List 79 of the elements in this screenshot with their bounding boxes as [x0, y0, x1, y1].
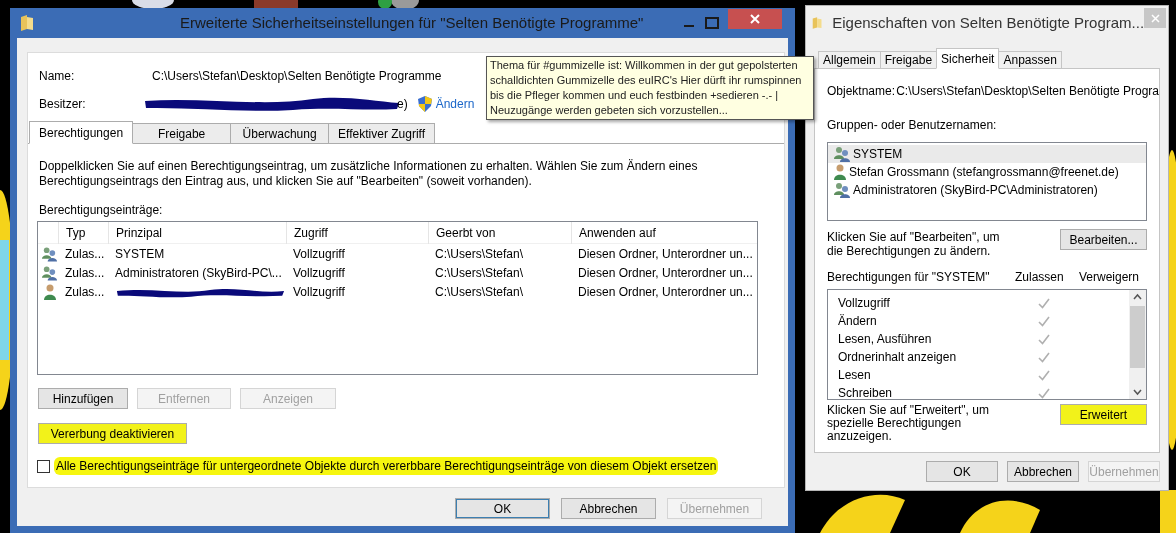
tab[interactable]: Anpassen	[998, 51, 1062, 69]
list-item[interactable]: Stefan Grossmann (stefangrossmann@freenet.de)	[828, 163, 1146, 181]
users-icon	[833, 146, 851, 162]
field-value: e)	[397, 96, 408, 113]
users-icon	[833, 182, 851, 198]
permission-name: Ändern	[838, 313, 878, 330]
description-text: Doppelklicken Sie auf einen Berechtigungseintrag, um zusätzliche Informationen zu erhalten. Wählen Sie zum Ändern eines Berechtigungseintrags den Eintrag aus, und klicken Sie auf "Bearbeiten" (soweit vorhanden).	[39, 159, 699, 189]
button[interactable]: Erweitert	[1060, 404, 1147, 425]
change-owner-link[interactable]: Ändern	[435, 95, 475, 113]
tab[interactable]: Berechtigungen	[29, 121, 134, 144]
permission-name: Ordnerinhalt anzeigen	[838, 349, 958, 366]
table-cell-text: C:\Users\Stefan\	[434, 283, 525, 301]
button[interactable]: OK	[455, 498, 550, 519]
scroll-thumb[interactable]	[1130, 306, 1145, 368]
table-cell-text: Diesen Ordner, Unterordner un...	[578, 283, 753, 301]
permission-name: Lesen	[838, 367, 872, 384]
field-label: Name:	[39, 68, 76, 85]
tab[interactable]: Effektiver Zugriff	[328, 123, 435, 144]
user-icon	[833, 164, 847, 180]
permission-name: Vollzugriff	[838, 295, 891, 312]
maximize-icon[interactable]	[704, 16, 720, 30]
shield-icon	[417, 96, 432, 112]
section-label: Gruppen- oder Benutzernamen:	[827, 117, 998, 134]
field-label: Objektname:	[827, 83, 897, 100]
button[interactable]: Hinzufügen	[38, 388, 128, 409]
column-header[interactable]: Prinzipal	[108, 221, 286, 244]
scrollbar[interactable]	[1129, 290, 1146, 399]
table-cell-text: Zulas...	[64, 283, 106, 301]
hint-text: Klicken Sie auf "Bearbeiten", um die Berechtigungen zu ändern.	[827, 230, 1001, 258]
users-icon	[41, 264, 58, 281]
column-header[interactable]: Typ	[58, 221, 108, 244]
table-cell-text: Administratoren (SkyBird-PC\...	[115, 264, 282, 282]
column-header[interactable]: Zugriff	[286, 221, 428, 244]
permission-name: Lesen, Ausführen	[838, 331, 933, 348]
close-icon	[1150, 13, 1160, 23]
table-cell-text: Vollzugriff	[292, 283, 346, 301]
checkbox-label[interactable]: Alle Berechtigungseinträge für untergeordnete Objekte durch vererbbare Berechtigungseinträge von diesem Objekt ersetzen	[54, 457, 719, 475]
button[interactable]: Abbrechen	[561, 498, 656, 519]
close-button[interactable]	[728, 9, 782, 29]
button[interactable]: Bearbeiten...	[1060, 229, 1147, 250]
field-value: C:\Users\Stefan\Desktop\Selten Benötigte Programme	[152, 68, 442, 85]
field-value: C:\Users\Stefan\Desktop\Selten Benötigte Progra	[896, 83, 1159, 100]
list-item[interactable]: SYSTEM	[828, 145, 1146, 163]
hint-text: Klicken Sie auf "Erweitert", um spezielle Berechtigungen anzuzeigen.	[827, 404, 990, 443]
table-cell-text: C:\Users\Stefan\	[434, 245, 525, 263]
checkbox[interactable]	[37, 459, 50, 473]
field-label: Besitzer:	[39, 96, 87, 113]
table-cell-text: Zulas...	[64, 245, 106, 263]
column-header[interactable]: Anwenden auf	[571, 221, 757, 244]
section-label: Berechtigungseinträge:	[39, 202, 164, 219]
button[interactable]: Abbrechen	[1007, 461, 1079, 482]
table-cell-text: Diesen Ordner, Unterordner un...	[578, 245, 753, 263]
table-cell-text: Vollzugriff	[292, 245, 346, 263]
section-label: Berechtigungen für "SYSTEM"	[827, 269, 991, 286]
table-cell-text: Zulas...	[64, 264, 106, 282]
table-cell-text: SYSTEM	[115, 245, 165, 263]
table-cell-text: C:\Users\Stefan\	[434, 264, 525, 282]
desktop-icon[interactable]	[132, 0, 174, 9]
tab[interactable]: Freigabe	[879, 51, 938, 69]
button[interactable]: OK	[926, 461, 998, 482]
users-icon	[41, 245, 58, 262]
table-cell-text: Diesen Ordner, Unterordner un...	[578, 264, 753, 282]
tab[interactable]: Allgemein	[818, 51, 881, 69]
close-icon	[750, 14, 760, 24]
desktop-icon[interactable]	[375, 0, 419, 10]
column-header[interactable]: Geerbt von	[428, 221, 571, 244]
button[interactable]: Vererbung deaktivieren	[38, 423, 187, 444]
column-header: Zulassen	[1015, 269, 1065, 286]
window-title: Erweiterte Sicherheitseinstellungen für "Selten Benötigte Programme"	[180, 12, 644, 33]
tab[interactable]: Sicherheit	[936, 48, 1000, 69]
table-cell-text: Vollzugriff	[292, 264, 346, 282]
folder-icon	[20, 15, 34, 31]
column-header: Verweigern	[1079, 269, 1140, 286]
tooltip: Thema für #gummizelle ist: Willkommen in der gut gepolsterten schalldichten Gummizelle des euIRC's Hier dürft ihr rumspinnen bis die Pfleger kommen und euch festbinden +sedieren -.- | Neuzugänge werden gebeten sich vorzustellen...	[486, 56, 814, 120]
window-title: Eigenschaften von Selten Benötigte Program...	[832, 12, 1145, 33]
user-icon	[42, 283, 57, 300]
folder-icon	[812, 15, 823, 31]
permission-name: Schreiben	[838, 385, 894, 399]
list-item[interactable]: Administratoren (SkyBird-PC\Administratoren)	[828, 181, 1146, 199]
